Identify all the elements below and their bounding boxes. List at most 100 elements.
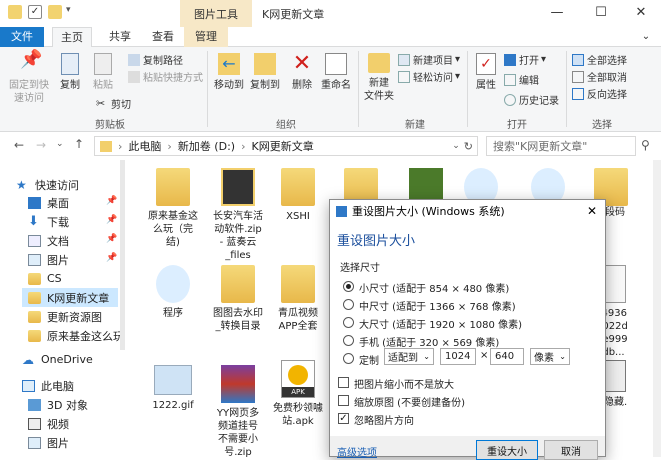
sidebar-scrollbar[interactable] xyxy=(120,160,125,350)
copy-to-button[interactable]: 复制到 xyxy=(248,53,282,92)
properties-icon: ✓ xyxy=(476,53,496,75)
ribbon-expand-icon[interactable]: ⌄ xyxy=(636,27,656,47)
ignore-rotation-checkbox[interactable]: ✓ xyxy=(338,413,349,424)
customize-toolbar-icon[interactable]: ▾ xyxy=(66,5,80,19)
tab-share[interactable]: 共享 xyxy=(100,27,140,47)
breadcrumb-folder[interactable]: K网更新文章 xyxy=(251,138,313,154)
size-medium-radio[interactable] xyxy=(343,299,354,310)
dialog-close-icon[interactable]: ✕ xyxy=(587,204,597,218)
documents-icon xyxy=(28,234,41,247)
rename-button[interactable]: 重命名 xyxy=(319,53,353,92)
size-small-radio[interactable] xyxy=(343,281,354,292)
resize-original-label[interactable]: 缩放原图 (不要创建备份) xyxy=(354,394,465,409)
edit-button[interactable]: 编辑 xyxy=(504,72,539,87)
file-item[interactable]: 长安汽车活 动软件.zip - 蓝奏云 _files xyxy=(208,168,268,262)
file-item[interactable]: 原来基金这 么玩（完 结) xyxy=(143,168,203,249)
file-item[interactable]: XSHI xyxy=(268,168,328,223)
properties-icon[interactable]: ✓ xyxy=(28,5,42,19)
no-enlarge-label[interactable]: 把图片缩小而不是放大 xyxy=(354,376,454,391)
search-icon[interactable]: ⚲ xyxy=(641,138,650,152)
close-button[interactable]: ✕ xyxy=(628,3,654,23)
delete-button[interactable]: ✕ 删除 xyxy=(289,53,315,92)
cancel-button[interactable]: 取消 xyxy=(544,440,598,460)
sidebar-item-resource-images[interactable]: 更新资源图 xyxy=(28,307,102,326)
sidebar-item-pictures[interactable]: 图片 xyxy=(28,250,69,269)
tab-view[interactable]: 查看 xyxy=(143,27,183,47)
history-icon xyxy=(504,93,516,106)
open-button[interactable]: 打开 ▾ xyxy=(504,52,546,67)
file-item[interactable]: 1222.gif xyxy=(143,365,203,412)
size-large-label[interactable]: 大尺寸 (适配于 1920 × 1080 像素) xyxy=(359,316,522,331)
size-phone-label[interactable]: 手机 (适配于 320 × 569 像素) xyxy=(359,334,499,349)
height-input[interactable]: 640 xyxy=(490,348,524,365)
paste-shortcut-button[interactable]: 粘贴快捷方式 xyxy=(128,69,203,84)
copy-path-button[interactable]: 复制路径 xyxy=(128,52,183,67)
sidebar-item-fund[interactable]: 原来基金这么玩 xyxy=(28,326,124,345)
sidebar-item-desktop[interactable]: 桌面 xyxy=(28,193,69,212)
sidebar-item-cs[interactable]: CS xyxy=(28,269,62,288)
size-large-radio[interactable] xyxy=(343,317,354,328)
sidebar-item-k-articles[interactable]: K网更新文章 xyxy=(22,288,118,307)
cut-button[interactable]: ✂ 剪切 xyxy=(96,96,131,111)
copy-button[interactable]: 复制 xyxy=(56,53,84,92)
search-input[interactable]: 搜索"K网更新文章" xyxy=(486,136,636,156)
sidebar-item-this-pc[interactable]: 此电脑 xyxy=(22,376,74,395)
paste-button[interactable]: 粘贴 xyxy=(88,53,118,92)
invert-selection-button[interactable]: 反向选择 xyxy=(572,86,627,101)
no-enlarge-checkbox[interactable] xyxy=(338,377,349,388)
gif-file-icon xyxy=(154,365,192,395)
breadcrumb-this-pc[interactable]: 此电脑 xyxy=(128,138,161,154)
recent-dropdown-icon[interactable]: ⌄ xyxy=(56,139,64,149)
sidebar-item-onedrive[interactable]: ☁ OneDrive xyxy=(22,350,93,369)
size-custom-label[interactable]: 定制 xyxy=(359,352,379,367)
file-item[interactable]: YY网页多 频道挂号 不需要小 号.zip xyxy=(208,365,268,459)
back-arrow-icon[interactable]: ← xyxy=(14,138,24,152)
ignore-rotation-label[interactable]: 忽略图片方向 xyxy=(354,412,414,427)
file-list-scrollbar[interactable] xyxy=(653,160,661,457)
width-input[interactable]: 1024 xyxy=(440,348,476,365)
tab-file[interactable]: 文件 xyxy=(0,27,44,47)
history-button[interactable]: 历史记录 xyxy=(504,92,559,107)
sidebar-item-quick-access[interactable]: ★ 快速访问 xyxy=(16,175,79,194)
minimize-button[interactable]: — xyxy=(544,3,570,23)
up-arrow-icon[interactable]: ↑ xyxy=(74,137,84,151)
address-bar[interactable]: › 此电脑 › 新加卷 (D:) › K网更新文章 ⌄ ↻ xyxy=(94,136,478,156)
pin-button[interactable]: 📌 固定到快 速访问 xyxy=(6,51,52,105)
sidebar-item-pictures-pc[interactable]: 图片 xyxy=(28,433,69,452)
sidebar-item-3d-objects[interactable]: 3D 对象 xyxy=(28,395,88,414)
new-folder-button[interactable]: 新建 文件夹 xyxy=(362,53,396,103)
new-folder-icon[interactable] xyxy=(48,5,62,19)
maximize-button[interactable]: ☐ xyxy=(588,3,614,23)
resize-button[interactable]: 重设大小 xyxy=(476,440,538,460)
new-folder-icon xyxy=(368,53,390,73)
move-to-button[interactable]: ← 移动到 xyxy=(212,53,246,92)
unit-select[interactable]: 像素 ⌄ xyxy=(530,348,570,365)
dialog-body: 重设图片大小 选择尺寸 小尺寸 (适配于 854 × 480 像素) 中尺寸 (… xyxy=(330,222,605,436)
address-dropdown-icon[interactable]: ⌄ xyxy=(452,141,460,151)
select-all-button[interactable]: 全部选择 xyxy=(572,52,627,67)
size-custom-radio[interactable] xyxy=(343,353,354,364)
new-item-button[interactable]: 新建项目 ▾ xyxy=(398,52,460,67)
sidebar-item-documents[interactable]: 文档 xyxy=(28,231,69,250)
file-item[interactable]: APK 免费秒领噱 站.apk xyxy=(268,360,328,428)
easy-access-button[interactable]: 轻松访问 ▾ xyxy=(398,69,460,84)
pictures-icon xyxy=(28,253,41,266)
tab-manage[interactable]: 管理 xyxy=(184,27,228,47)
size-phone-radio[interactable] xyxy=(343,335,354,346)
size-small-label[interactable]: 小尺寸 (适配于 854 × 480 像素) xyxy=(359,280,509,295)
sidebar-item-videos[interactable]: 视频 xyxy=(28,414,69,433)
file-item[interactable]: 程序 xyxy=(143,265,203,320)
breadcrumb-drive[interactable]: 新加卷 (D:) xyxy=(178,138,235,154)
tab-home[interactable]: 主页 xyxy=(52,27,92,48)
fit-mode-select[interactable]: 适配到 ⌄ xyxy=(384,348,434,365)
properties-button[interactable]: ✓ 属性 xyxy=(472,53,500,92)
sidebar-item-downloads[interactable]: ⬇ 下载 xyxy=(28,212,69,231)
select-none-button[interactable]: 全部取消 xyxy=(572,69,627,84)
size-medium-label[interactable]: 中尺寸 (适配于 1366 × 768 像素) xyxy=(359,298,516,313)
dialog-title: 重设图片大小 (Windows 系统) xyxy=(352,205,505,218)
file-item[interactable]: 图图去水印 _转换目录 xyxy=(208,265,268,333)
resize-original-checkbox[interactable] xyxy=(338,395,349,406)
file-item[interactable]: 青瓜视频 APP全套 xyxy=(268,265,328,333)
forward-arrow-icon[interactable]: → xyxy=(36,138,46,152)
refresh-icon[interactable]: ↻ xyxy=(464,140,473,153)
